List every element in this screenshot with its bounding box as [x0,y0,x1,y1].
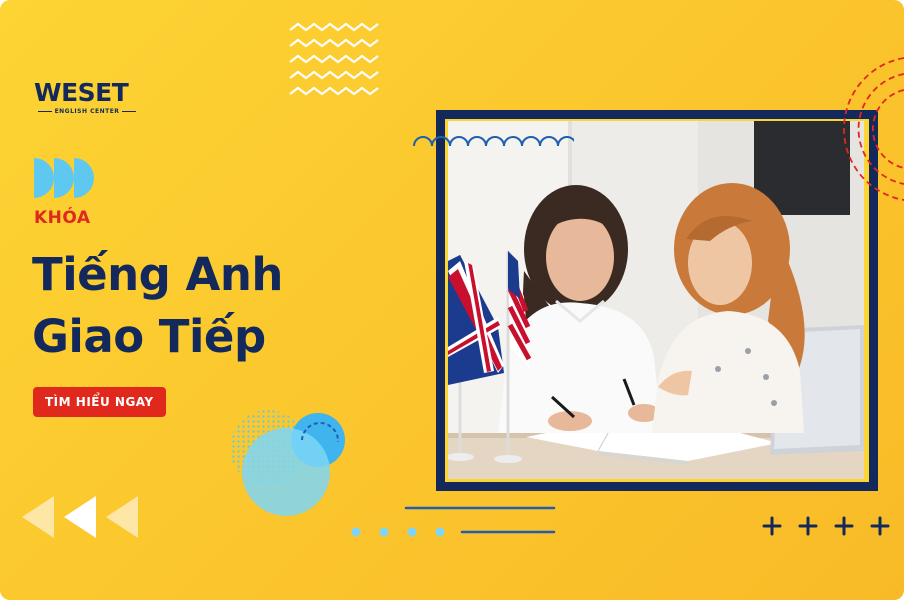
course-title-line-1: Tiếng Anh [32,248,283,301]
brand-logo: WESET ENGLISH CENTER [34,78,146,118]
zigzag-pattern-top [289,22,379,96]
learn-more-button[interactable]: TÌM HIỂU NGAY [33,387,166,417]
brand-name: WESET [34,78,129,107]
brand-tagline: ENGLISH CENTER [34,108,140,115]
plus-icon [762,516,890,536]
wave-decoration [413,136,574,147]
course-title: Tiếng Anh Giao Tiếp [32,244,283,368]
chevron-right-icon [34,158,94,198]
course-banner: WESET ENGLISH CENTER KHÓA Tiếng Anh Giao… [0,0,904,600]
arc-decoration [843,57,904,201]
course-kicker: KHÓA [34,208,91,228]
circles-decoration [230,410,345,516]
dots-lines-decoration [351,506,556,537]
chevron-left-icon [22,496,138,538]
course-title-line-2: Giao Tiếp [32,310,266,363]
